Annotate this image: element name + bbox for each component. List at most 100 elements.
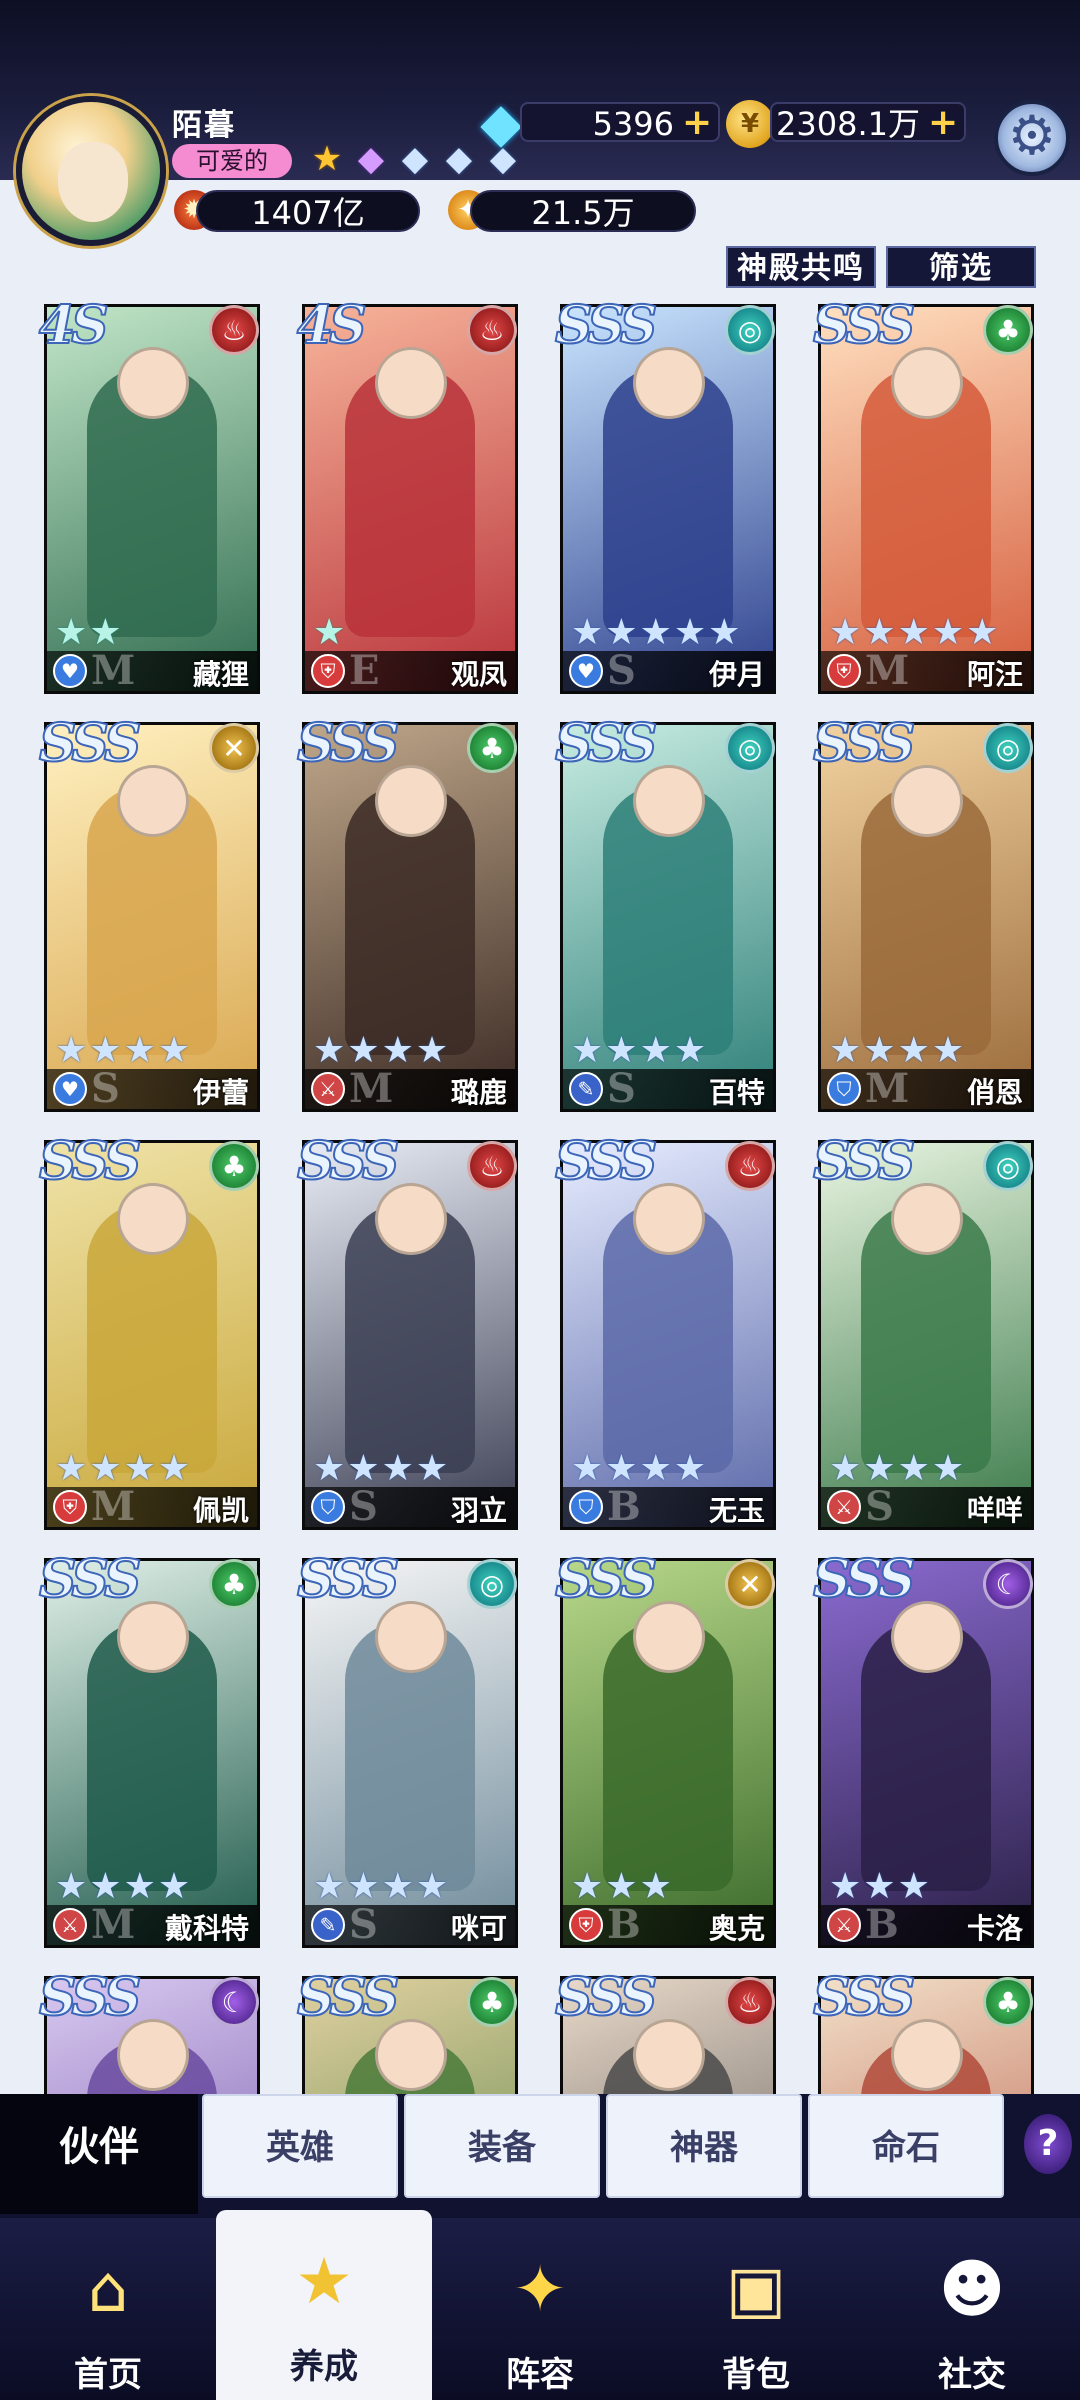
castle-icon: ⌂ (87, 2253, 129, 2327)
support-class-icon: ♥ (569, 654, 603, 688)
hero-card[interactable]: SSS ☾ ★ ★ ★ ⚔ B 卡洛 (812, 1548, 1034, 1948)
diamond-counter: 5396 + (520, 102, 720, 143)
star-icon: ★ (966, 612, 999, 653)
hero-name: 伊月 (708, 658, 765, 691)
nav-social[interactable]: ☻ 社交 (864, 2218, 1080, 2400)
card-footer: ✎ S 百特 (563, 1065, 773, 1112)
star-icon: ★ (123, 1866, 156, 1907)
help-icon[interactable]: ? (1024, 2114, 1072, 2174)
blue-diamond-icon: ◆ (401, 139, 429, 179)
hero-card[interactable]: SSS ◎ ★ ★ ★ ★ ⛉ M 俏恩 (812, 712, 1034, 1112)
tab-heroes[interactable]: 英雄 (202, 2094, 398, 2198)
rank-label: 4S (296, 296, 368, 357)
star-icon: ★ (157, 1866, 191, 1907)
star-icon: ★ (897, 612, 930, 653)
wind-element-icon: ◎ (725, 723, 775, 773)
star-upgrade-icon: ★ (295, 2245, 353, 2319)
hero-card[interactable]: SSS ♨ (554, 1966, 776, 2094)
card-footer: ⛉ B 无玉 (563, 1483, 773, 1530)
fire-element-icon: ♨ (209, 305, 259, 355)
add-gold-button[interactable]: + (928, 105, 958, 141)
hero-star-row: ★ ★ ★ ★ (313, 1033, 448, 1069)
hero-card[interactable]: SSS ◎ ★ ★ ★ ★ ★ ♥ S 伊月 (554, 296, 776, 694)
hero-card[interactable]: SSS ✕ ★ ★ ★ ⛨ B 奥克 (554, 1548, 776, 1948)
tab-artifacts[interactable]: 神器 (606, 2094, 802, 2198)
star-icon: ★ (639, 1030, 672, 1071)
rank-label: SSS (554, 1130, 658, 1193)
hero-head (375, 2019, 447, 2091)
hero-card[interactable]: SSS ◎ ★ ★ ★ ★ ⚔ S 咩咩 (812, 1130, 1034, 1530)
tank-class-icon: ⛨ (569, 1908, 603, 1942)
hero-card[interactable]: SSS ♣ (296, 1966, 518, 2094)
star-icon: ★ (829, 1030, 862, 1071)
nav-lineup-label: 阵容 (506, 2355, 574, 2395)
nature-element-icon: ♣ (209, 1141, 259, 1191)
star-icon: ★ (897, 1030, 930, 1071)
title-badge[interactable]: 可爱的 (172, 144, 292, 178)
hero-card[interactable]: SSS ♣ ★ ★ ★ ★ ⚔ M 璐鹿 (296, 712, 518, 1112)
hero-head (891, 765, 963, 837)
rank-label: SSS (38, 712, 142, 775)
tab-partners[interactable]: 伙伴 (0, 2094, 198, 2214)
hero-card[interactable]: SSS ✕ ★ ★ ★ ★ ♥ S 伊蕾 (38, 712, 260, 1112)
nav-home[interactable]: ⌂ 首页 (0, 2218, 216, 2400)
hero-card[interactable]: SSS ◎ ★ ★ ★ ★ ✎ S 百特 (554, 712, 776, 1112)
hero-card[interactable]: SSS ☾ (38, 1966, 260, 2094)
hero-card[interactable]: SSS ♣ ★ ★ ★ ★ ⛨ M 佩凯 (38, 1130, 260, 1530)
star-icon: ★ (673, 1030, 707, 1071)
fire-element-icon: ♨ (725, 1977, 775, 2027)
star-icon: ★ (897, 1866, 930, 1907)
hero-card[interactable]: 4S ♨ ★ ★ ♥ M 藏狸 (38, 296, 260, 694)
temple-resonance-button[interactable]: 神殿共鸣 (726, 246, 876, 288)
star-icon: ★ (863, 1030, 896, 1071)
star-icon: ★ (347, 1866, 380, 1907)
rank-label: SSS (812, 712, 916, 775)
add-diamond-button[interactable]: + (682, 105, 712, 141)
hero-card[interactable]: SSS ♨ ★ ★ ★ ★ ⛉ B 无玉 (554, 1130, 776, 1530)
rank-label: SSS (812, 296, 916, 357)
hero-card[interactable]: SSS ♣ (812, 1966, 1034, 2094)
star-icon: ★ (897, 1448, 930, 1489)
star-icon: ★ (863, 612, 896, 653)
star-icon: ★ (123, 1448, 156, 1489)
hero-head (375, 1601, 447, 1673)
hero-head (891, 1601, 963, 1673)
star-icon: ★ (381, 1866, 414, 1907)
avatar-face (58, 142, 128, 222)
category-tab-bar: 伙伴 英雄 装备 神器 命石 ? (0, 2094, 1080, 2218)
star-icon: ★ (673, 1448, 707, 1489)
nav-backpack[interactable]: ▣ 背包 (648, 2218, 864, 2400)
light-element-icon: ✕ (725, 1559, 775, 1609)
hero-card[interactable]: SSS ◎ ★ ★ ★ ★ ✎ S 咪可 (296, 1548, 518, 1948)
bottom-navigation: ⌂ 首页 ★ 养成 ✦ 阵容 ▣ 背包 ☻ 社交 (0, 2210, 1080, 2400)
rank-label: SSS (554, 296, 658, 357)
card-footer: ⛉ M 俏恩 (821, 1065, 1031, 1112)
formation-icon: ✦ (513, 2253, 567, 2327)
rank-label: SSS (554, 1548, 658, 1611)
hero-name: 璐鹿 (450, 1076, 507, 1109)
tab-equipment[interactable]: 装备 (404, 2094, 600, 2198)
tab-fate-stones[interactable]: 命石 (808, 2094, 1004, 2198)
star-icon: ★ (415, 1030, 449, 1071)
hero-card[interactable]: SSS ♣ ★ ★ ★ ★ ★ ⛨ M 阿汪 (812, 296, 1034, 694)
filter-button[interactable]: 筛选 (886, 246, 1036, 288)
star-icon: ★ (415, 1866, 449, 1907)
settings-gear-icon[interactable]: ⚙ (994, 100, 1070, 176)
hero-card[interactable]: 4S ♨ ★ ⛨ E 观凤 (296, 296, 518, 694)
nav-home-label: 首页 (74, 2355, 142, 2395)
star-icon: ★ (571, 1030, 604, 1071)
hero-head (375, 347, 447, 419)
diamond-value: 5396 (592, 105, 674, 143)
nav-lineup[interactable]: ✦ 阵容 (432, 2218, 648, 2400)
star-icon: ★ (931, 612, 965, 653)
grade-letter: B (865, 1901, 899, 1948)
player-avatar[interactable] (16, 96, 166, 246)
star-icon: ★ (89, 1448, 122, 1489)
rank-label: SSS (38, 1548, 142, 1611)
card-footer: ♥ S 伊月 (563, 647, 773, 694)
gold-counter: 2308.1万 + (770, 102, 966, 143)
nav-develop[interactable]: ★ 养成 (216, 2210, 432, 2400)
star-icon: ★ (381, 1448, 414, 1489)
hero-card[interactable]: SSS ♨ ★ ★ ★ ★ ⛉ S 羽立 (296, 1130, 518, 1530)
hero-card[interactable]: SSS ♣ ★ ★ ★ ★ ⚔ M 戴科特 (38, 1548, 260, 1948)
